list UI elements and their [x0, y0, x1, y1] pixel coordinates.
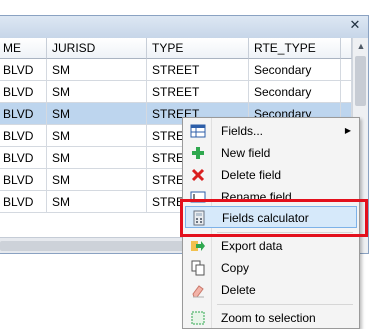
vertical-scroll-thumb[interactable] — [355, 56, 366, 106]
calculator-icon — [193, 210, 205, 226]
table-cell[interactable]: SM — [47, 147, 147, 169]
menu-item-label: Export data — [221, 239, 283, 253]
zoom-selection-icon — [191, 311, 205, 325]
menu-item-fields-calculator[interactable]: Fields calculator — [185, 206, 357, 228]
plus-icon — [192, 147, 204, 159]
red-x-icon — [191, 168, 205, 182]
column-header-name[interactable]: ME — [0, 38, 47, 59]
table-row[interactable]: BLVD SM STREET Secondary — [0, 81, 352, 103]
column-header-type[interactable]: TYPE — [147, 38, 249, 59]
rename-field-icon — [190, 191, 206, 203]
window-titlebar: ✕ — [0, 15, 369, 39]
table-cell[interactable]: BLVD — [0, 191, 47, 213]
table-cell[interactable]: BLVD — [0, 169, 47, 191]
table-cell[interactable]: BLVD — [0, 81, 47, 103]
menu-item-label: Delete — [221, 283, 256, 297]
copy-icon — [191, 260, 205, 276]
menu-item-delete-field[interactable]: Delete field — [185, 164, 357, 186]
table-cell[interactable]: Secondary — [249, 59, 341, 81]
menu-item-label: Fields... — [221, 124, 264, 138]
menu-item-label: New field — [221, 146, 271, 160]
table-cell[interactable]: SM — [47, 191, 147, 213]
table-cell[interactable]: STREET — [147, 59, 249, 81]
menu-item-label: Zoom to selection — [221, 311, 316, 325]
table-cell[interactable]: Secondary — [249, 81, 341, 103]
menu-item-delete[interactable]: Delete — [185, 279, 357, 301]
table-cell[interactable]: SM — [47, 59, 147, 81]
table-cell[interactable]: SM — [47, 125, 147, 147]
menu-item-export-data[interactable]: Export data — [185, 235, 357, 257]
menu-item-copy[interactable]: Copy — [185, 257, 357, 279]
export-arrow-icon — [191, 241, 205, 251]
table-cell[interactable]: BLVD — [0, 59, 47, 81]
context-menu: Fields... ▶ New field Delete field Renam… — [182, 117, 360, 329]
table-cell[interactable]: BLVD — [0, 103, 47, 125]
table-header: ME JURISD TYPE RTE_TYPE — [0, 38, 352, 59]
submenu-arrow-icon: ▶ — [344, 126, 351, 135]
menu-separator — [217, 232, 353, 233]
eraser-icon — [192, 285, 204, 298]
table-row[interactable]: BLVD SM STREET Secondary — [0, 59, 352, 81]
menu-item-label: Delete field — [221, 168, 282, 182]
menu-item-new-field[interactable]: New field — [185, 142, 357, 164]
table-cell[interactable]: SM — [47, 103, 147, 125]
table-cell[interactable]: SM — [47, 169, 147, 191]
column-header-next[interactable] — [341, 38, 352, 59]
table-cell[interactable]: SM — [47, 81, 147, 103]
table-cell[interactable]: BLVD — [0, 125, 47, 147]
fields-table-icon — [190, 124, 206, 138]
menu-item-fields[interactable]: Fields... ▶ — [185, 120, 357, 142]
column-header-rte-type[interactable]: RTE_TYPE — [249, 38, 341, 59]
table-cell[interactable]: BLVD — [0, 147, 47, 169]
menu-item-label: Fields calculator — [222, 211, 309, 225]
menu-separator — [217, 304, 353, 305]
menu-item-rename-field[interactable]: Rename field — [185, 186, 357, 208]
menu-item-label: Copy — [221, 261, 250, 275]
menu-item-zoom-to-selection[interactable]: Zoom to selection — [185, 307, 357, 329]
scroll-up-arrow-icon[interactable]: ▲ — [353, 38, 368, 54]
table-cell[interactable] — [341, 59, 352, 81]
menu-item-label: Rename field — [221, 190, 292, 204]
column-header-jurisd[interactable]: JURISD — [47, 38, 147, 59]
close-icon[interactable]: ✕ — [348, 18, 362, 34]
table-cell[interactable]: STREET — [147, 81, 249, 103]
table-cell[interactable] — [341, 81, 352, 103]
